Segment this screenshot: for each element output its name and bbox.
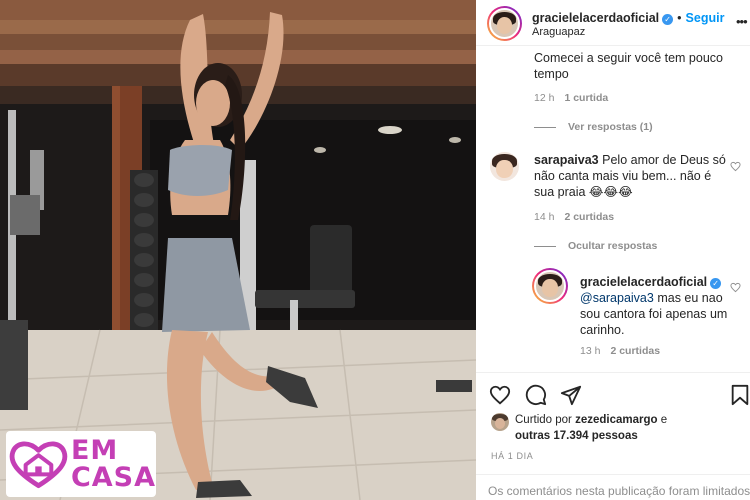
post-sidebar: gracielelacerdaoficial ✓ • Seguir Araguapaz…	[476, 0, 750, 500]
view-replies-label[interactable]: Ver respostas (1)	[568, 121, 653, 133]
logo-text-casa: CASA	[70, 462, 156, 493]
reply-age[interactable]: 13 h	[580, 345, 600, 357]
more-icon[interactable]: •••	[736, 14, 750, 29]
liker-avatar[interactable]	[491, 413, 509, 431]
liked-by-prefix: Curtido por	[515, 414, 572, 426]
post-header: gracielelacerdaoficial ✓ • Seguir Araguapaz…	[476, 0, 750, 46]
likes-summary: Curtido por zezedicamargo e outras 17.39…	[491, 412, 667, 444]
comment-likes[interactable]: 1 curtida	[564, 92, 608, 104]
comment-icon[interactable]	[525, 384, 547, 406]
reply-mention[interactable]: @sarapaiva3	[580, 291, 654, 305]
verified-badge-icon: ✓	[710, 278, 722, 289]
verified-badge-icon: ✓	[662, 14, 674, 25]
replies-divider-line	[534, 126, 556, 128]
share-icon[interactable]	[560, 384, 582, 406]
replies-divider-line	[534, 245, 556, 247]
gym-scene-image	[0, 0, 476, 500]
liked-by-others[interactable]: outras 17.394 pessoas	[515, 430, 638, 442]
home-heart-logo-icon	[9, 441, 68, 489]
comment-likes[interactable]: 2 curtidas	[564, 211, 614, 223]
comment-text: sarapaiva3 Pelo amor de Deus só não cant…	[534, 152, 730, 200]
like-reply-heart-icon[interactable]	[730, 282, 741, 293]
comments-limited-notice: Os comentários nesta publicação foram li…	[476, 474, 750, 498]
author-line: gracielelacerdaoficial ✓ • Seguir	[532, 11, 724, 25]
reply-meta: 13 h 2 curtidas	[580, 345, 660, 357]
comment-age[interactable]: 14 h	[534, 211, 554, 223]
reply-text: gracielelacerdaoficial ✓ @sarapaiva3 mas …	[580, 274, 732, 338]
view-replies-toggle[interactable]: Ver respostas (1)	[534, 121, 653, 133]
comment-text: Comecei a seguir você tem pouco tempo	[534, 51, 723, 81]
comment-meta: 14 h 2 curtidas	[534, 211, 614, 223]
separator-dot: •	[677, 11, 682, 25]
hide-replies-toggle[interactable]: Ocultar respostas	[534, 240, 657, 252]
post-photo[interactable]: EM CASA	[0, 0, 476, 500]
comments-list[interactable]: Comecei a seguir você tem pouco tempo 12…	[476, 46, 750, 372]
bookmark-icon[interactable]	[730, 384, 750, 406]
author-username[interactable]: gracielelacerdaoficial	[532, 11, 659, 25]
reply-author-avatar[interactable]	[532, 268, 568, 304]
hide-replies-label[interactable]: Ocultar respostas	[568, 240, 657, 252]
commenter-username[interactable]: sarapaiva3	[534, 153, 599, 167]
em-casa-logo: EM CASA	[6, 431, 156, 497]
liked-by-conjunction: e	[660, 414, 668, 426]
reply-likes[interactable]: 2 curtidas	[610, 345, 660, 357]
reply-author-username[interactable]: gracielelacerdaoficial	[580, 275, 707, 289]
commenter-avatar[interactable]	[490, 152, 519, 181]
author-avatar[interactable]	[487, 6, 522, 41]
post-location[interactable]: Araguapaz	[532, 26, 585, 38]
follow-button[interactable]: Seguir	[686, 11, 725, 25]
heart-icon[interactable]	[489, 384, 511, 406]
logo-text-em: EM	[70, 435, 119, 466]
liked-by-user[interactable]: zezedicamargo	[575, 414, 657, 426]
comment-age[interactable]: 12 h	[534, 92, 554, 104]
post-timestamp[interactable]: HÁ 1 DIA	[491, 451, 533, 461]
comment-meta: 12 h 1 curtida	[534, 92, 608, 104]
like-comment-heart-icon[interactable]	[730, 161, 741, 172]
